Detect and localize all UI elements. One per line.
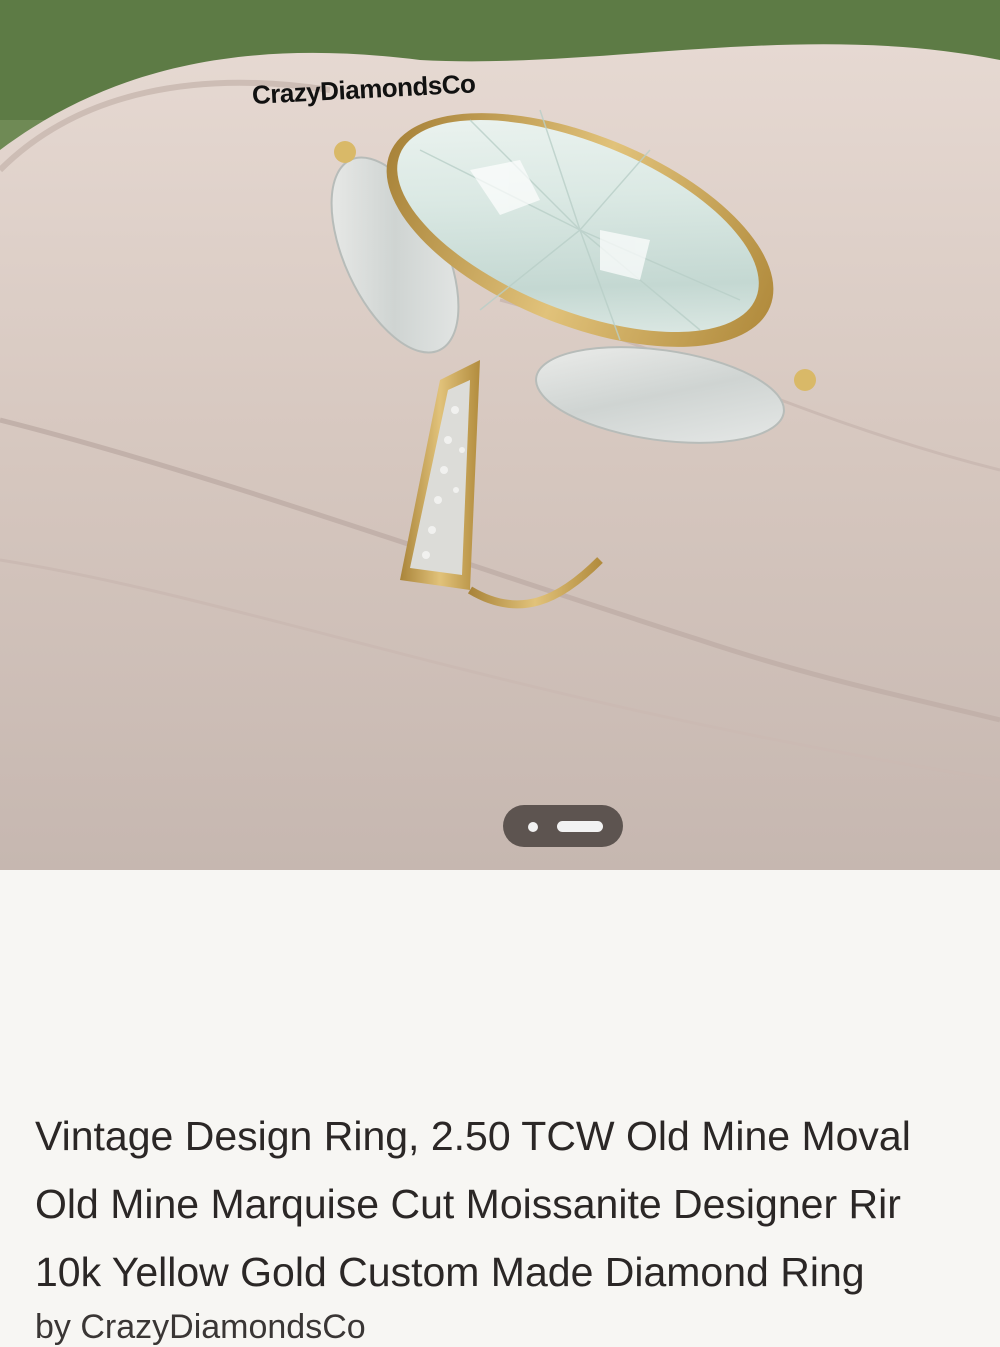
title-line-3: 10k Yellow Gold Custom Made Diamond Ring [35, 1249, 865, 1295]
listing-title: Vintage Design Ring, 2.50 TCW Old Mine M… [35, 1102, 1000, 1306]
title-line-2: Old Mine Marquise Cut Moissanite Designe… [35, 1181, 901, 1227]
ring-photo-illustration [0, 0, 1000, 870]
seller-byline[interactable]: by CrazyDiamondsCo [35, 1308, 366, 1347]
listing-info: Vintage Design Ring, 2.50 TCW Old Mine M… [0, 870, 1000, 1346]
title-line-1: Vintage Design Ring, 2.50 TCW Old Mine M… [35, 1113, 911, 1159]
carousel-dot-2-active[interactable] [557, 821, 603, 832]
product-photo[interactable]: CrazyDiamondsCo [0, 0, 1000, 870]
carousel-dot-1[interactable] [528, 822, 538, 832]
image-carousel-indicator[interactable] [503, 805, 623, 847]
